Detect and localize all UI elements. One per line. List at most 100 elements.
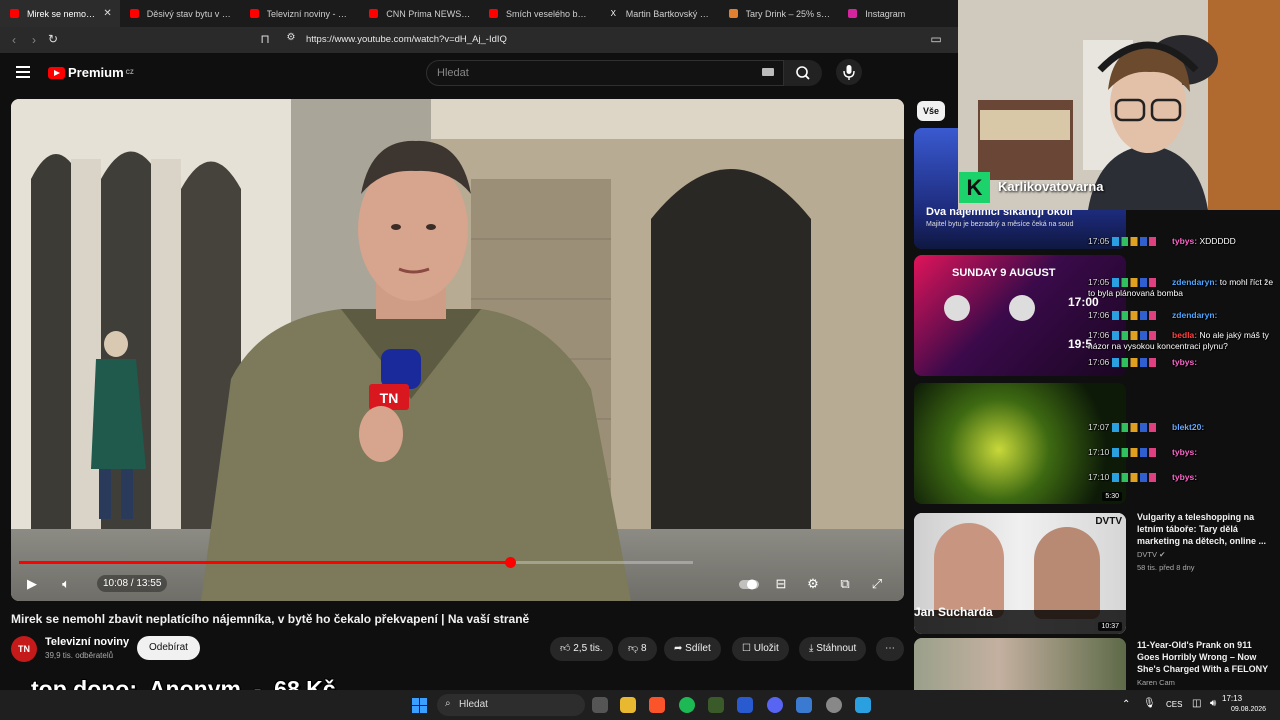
share-button[interactable]: ➦ Sdílet [664,637,721,661]
sidebar-toggle-icon[interactable]: ▭ [926,32,946,46]
clock-date[interactable]: 09.08.2026 [1231,706,1266,713]
search-button[interactable] [784,60,822,86]
brave-browser-icon[interactable] [649,697,665,713]
tab-label: Tary Drink – 25% sleva na [745,8,831,19]
app-icon[interactable] [737,697,753,713]
chat-username[interactable]: tybys: [1172,447,1197,457]
subscribe-button[interactable]: Odebírat [137,636,200,660]
tray-overflow-icon[interactable]: ⌃ [1122,699,1130,710]
youtube-play-logo-icon [48,66,65,79]
app-icon[interactable] [796,697,812,713]
youtube-premium-logo[interactable]: Premium CZ [48,65,134,80]
autoplay-toggle-icon[interactable] [737,572,761,596]
save-button[interactable]: ☐ Uložit [732,637,789,661]
search-icon [796,66,810,80]
recommendation-thumbnail-5[interactable] [914,638,1126,690]
recommendation-thumbnail-4[interactable]: DVTV Jan Sucharda 10:37 [914,513,1126,634]
chat-username[interactable]: bedla: [1172,330,1197,340]
chat-username[interactable]: zdendaryn: [1172,277,1217,287]
recommendation-info-4[interactable]: Vulgarity a teleshopping na letním táboř… [1137,511,1275,573]
share-label: Sdílet [685,643,711,654]
chat-message: 17:06 zdendaryn: [1088,310,1217,321]
save-icon: ☐ [742,643,751,654]
language-indicator[interactable]: CES [1166,700,1182,709]
hamburger-menu-icon[interactable] [16,66,30,81]
keyboard-icon[interactable] [762,68,774,76]
miniplayer-icon[interactable]: ⧉ [833,572,857,596]
thumbs-down-icon: 👎︎ [628,643,639,654]
chat-message: 17:06 tybys: [1088,357,1197,368]
browser-tab[interactable]: Mirek se nemohl z ✕ [0,0,120,27]
tab-favicon-icon [489,9,498,18]
download-icon: ⤓ [809,643,814,654]
like-button[interactable]: 👍︎ 2,5 tis. [550,637,613,661]
app-icon[interactable] [708,697,724,713]
taskbar-search-label: Hledat [459,699,488,710]
recommendation-title: 11-Year-Old's Prank on 911 Goes Horribly… [1137,640,1269,674]
duration: 13:55 [136,578,162,589]
network-icon[interactable]: ◫ [1192,698,1201,709]
bookmark-icon[interactable]: ⊓ [255,32,275,46]
browser-tab[interactable]: Instagram [838,0,958,27]
fullscreen-icon[interactable]: ⤢ [865,572,889,596]
channel-name[interactable]: Televizní noviny [45,636,129,648]
taskbar-search[interactable]: ⌕ Hledat [437,694,585,716]
volume-icon[interactable]: 🔈︎ [54,572,78,596]
svg-text:TN: TN [380,390,399,406]
more-actions-button[interactable]: ⋯ [876,637,904,661]
settings-gear-icon[interactable]: ⚙ [801,572,825,596]
chat-username[interactable]: tybys: [1172,472,1197,482]
chip-all[interactable]: Vše [917,101,946,121]
download-button[interactable]: ⤓ Stáhnout [799,637,867,661]
chat-username[interactable]: blekt20: [1172,422,1204,432]
tab-label: Smích veselého buldozer [506,8,591,19]
volume-tray-icon[interactable]: 🔊︎ [1210,698,1216,709]
browser-tab[interactable]: Televizní noviny - YouTube [240,0,360,27]
task-view-icon[interactable] [592,697,608,713]
chat-username[interactable]: tybys: [1172,236,1197,246]
chat-message: 17:05 tybys: XDDDDD [1088,236,1236,247]
recommendation-info-5[interactable]: 11-Year-Old's Prank on 911 Goes Horribly… [1137,639,1275,688]
person-image [934,523,1004,618]
chat-username[interactable]: zdendaryn: [1172,310,1217,320]
progress-scrubber-handle[interactable] [504,557,516,568]
browser-tab[interactable]: Tary Drink – 25% sleva na [719,0,839,27]
search-input[interactable]: Hledat [426,60,784,86]
share-icon: ➦ [674,643,683,654]
recommendation-thumbnail-3[interactable]: 5:30 [914,383,1126,504]
recommendation-channel: DVTV ✔ [1137,549,1275,560]
video-duration: 5:30 [1102,492,1122,501]
chat-badges-icon [1111,278,1170,288]
voice-search-button[interactable] [836,59,862,85]
dislike-count: 8 [640,643,647,654]
browser-tab[interactable]: Děsivý stav bytu v Karviné [120,0,240,27]
telegram-icon[interactable] [855,697,871,713]
reload-icon[interactable]: ↻ [43,32,63,46]
mic-tray-icon[interactable]: 🎙︎ [1143,698,1156,709]
chat-username[interactable]: tybys: [1172,357,1197,367]
browser-tab[interactable]: X Martin Bartkovský on X: " [599,0,719,27]
forward-icon[interactable]: › [24,33,44,47]
file-explorer-icon[interactable] [620,697,636,713]
tab-close-icon[interactable]: ✕ [103,8,111,19]
site-info-icon[interactable]: ⚙ [281,32,301,43]
app-icon[interactable] [826,697,842,713]
back-icon[interactable]: ‹ [4,33,24,47]
dislike-button[interactable]: 👎︎ 8 [618,637,657,661]
spotify-icon[interactable] [679,697,695,713]
clock-time[interactable]: 17:13 [1222,694,1242,703]
channel-avatar[interactable]: TN [11,636,37,662]
windows-start-icon[interactable] [412,698,427,713]
tab-label: Televizní noviny - YouTube [266,8,352,19]
discord-icon[interactable] [767,697,783,713]
browser-tab[interactable]: Smích veselého buldozer [479,0,599,27]
browser-tab[interactable]: CNN Prima NEWS - YouT [359,0,479,27]
progress-track[interactable] [19,557,693,568]
play-button[interactable]: ▶ [20,572,44,596]
url-field[interactable]: https://www.youtube.com/watch?v=dH_Aj_-I… [306,34,507,45]
subtitles-icon[interactable]: ⊟ [769,572,793,596]
chat-badges-icon [1111,237,1170,247]
video-player[interactable]: TN ▶ 🔈︎ 10:08 / 13:55 ⊟ ⚙ ⧉ ⤢ [11,99,904,601]
tab-label: Martin Bartkovský on X: " [625,8,711,19]
current-time: 10:08 [103,578,129,589]
